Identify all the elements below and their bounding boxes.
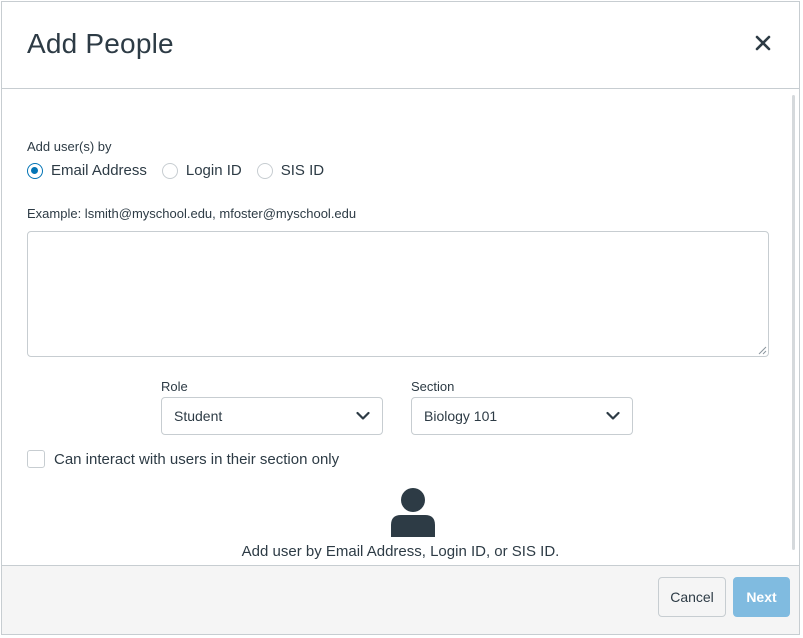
radio-label: SIS ID [280, 162, 325, 179]
radio-label: Login ID [185, 162, 242, 179]
radio-login-id[interactable]: Login ID [161, 162, 242, 179]
users-textarea[interactable] [27, 231, 769, 357]
chevron-down-icon [356, 411, 370, 420]
close-icon[interactable] [752, 32, 774, 54]
limit-section-checkbox[interactable] [27, 450, 45, 468]
limit-section-label: Can interact with users in their section… [54, 450, 340, 468]
cancel-button[interactable]: Cancel [658, 577, 726, 617]
chevron-down-icon [606, 411, 620, 420]
user-icon [391, 488, 435, 537]
dialog-footer: Cancel Next [2, 565, 799, 634]
role-label: Role [161, 379, 188, 394]
scrollbar[interactable] [792, 95, 795, 550]
role-select[interactable]: Student [161, 397, 383, 435]
dialog-body: Add user(s) by Email Address Login ID SI… [2, 89, 799, 566]
resize-handle-icon[interactable] [757, 345, 767, 355]
next-button[interactable]: Next [733, 577, 790, 617]
radio-label: Email Address [51, 162, 147, 179]
role-value: Student [174, 408, 223, 424]
limit-section-checkbox-row[interactable]: Can interact with users in their section… [27, 450, 339, 468]
radio-button[interactable] [161, 162, 178, 179]
radio-button[interactable] [256, 162, 273, 179]
section-field: Section Biology 101 [411, 379, 633, 435]
radio-button[interactable] [27, 162, 43, 179]
add-by-label: Add user(s) by [27, 139, 112, 154]
add-by-radio-group: Email Address Login ID SIS ID [27, 162, 339, 179]
radio-sis-id[interactable]: SIS ID [256, 162, 325, 179]
dialog-header: Add People [2, 2, 799, 89]
section-label: Section [411, 379, 455, 394]
example-text: Example: lsmith@myschool.edu, mfoster@my… [27, 206, 357, 221]
empty-state-hint: Add user by Email Address, Login ID, or … [241, 543, 560, 560]
section-value: Biology 101 [424, 408, 498, 424]
add-people-dialog: Add People Add user(s) by Email Address … [1, 1, 800, 635]
section-select[interactable]: Biology 101 [411, 397, 633, 435]
dialog-title: Add People [27, 28, 174, 59]
role-field: Role Student [161, 379, 383, 435]
radio-email-address[interactable]: Email Address [27, 162, 147, 179]
